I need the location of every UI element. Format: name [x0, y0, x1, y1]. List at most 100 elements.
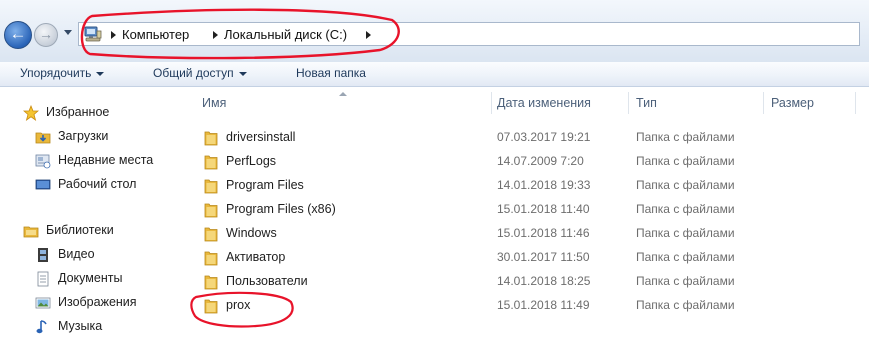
nav-item-pictures[interactable]: Изображения [35, 293, 175, 313]
command-bar: Упорядочить Общий доступ Новая папка [0, 62, 869, 87]
file-name: Активатор [226, 250, 286, 264]
nav-item-desktop[interactable]: Рабочий стол [35, 175, 175, 195]
new-folder-label: Новая папка [296, 66, 366, 80]
file-date: 15.01.2018 11:46 [497, 226, 590, 240]
file-date: 15.01.2018 11:49 [497, 298, 590, 312]
sort-ascending-icon [339, 92, 347, 96]
table-row[interactable]: Program Files (x86) 15.01.2018 11:40 Пап… [186, 197, 869, 221]
nav-libraries[interactable]: Библиотеки [23, 221, 173, 241]
downloads-folder-icon [35, 132, 51, 144]
file-name: driversinstall [226, 130, 296, 144]
table-row[interactable]: Program Files 14.01.2018 19:33 Папка с ф… [186, 173, 869, 197]
file-date: 14.01.2018 18:25 [497, 274, 591, 288]
file-type: Папка с файлами [636, 226, 735, 240]
nav-favorites[interactable]: Избранное [23, 103, 173, 123]
file-name: Program Files [226, 178, 304, 192]
share-button[interactable]: Общий доступ [153, 66, 247, 80]
file-type: Папка с файлами [636, 250, 735, 264]
video-library-icon [38, 248, 48, 262]
address-box[interactable]: Компьютер Локальный диск (C:) [78, 22, 860, 46]
file-date: 15.01.2018 11:40 [497, 202, 590, 216]
breadcrumb-local-disk[interactable]: Локальный диск (C:) [224, 27, 347, 42]
recent-pages-dropdown-icon[interactable] [64, 30, 72, 35]
pictures-library-icon [35, 297, 51, 309]
file-type: Папка с файлами [636, 202, 735, 216]
address-bar-area: ← → Компьютер Локальный диск (C:) [0, 0, 869, 63]
organize-button[interactable]: Упорядочить [20, 66, 105, 80]
desktop-icon [35, 179, 51, 190]
nav-documents-label: Документы [58, 271, 123, 285]
breadcrumb-separator-icon[interactable] [111, 31, 116, 39]
new-folder-button[interactable]: Новая папка [296, 66, 366, 80]
back-arrow-icon: ← [9, 24, 27, 43]
file-type: Папка с файлами [636, 154, 735, 168]
column-header-date[interactable]: Дата изменения [497, 96, 591, 110]
folder-icon [204, 155, 218, 170]
file-type: Папка с файлами [636, 298, 735, 312]
folder-icon [204, 275, 218, 290]
breadcrumb-separator-icon[interactable] [366, 31, 371, 39]
file-date: 14.07.2009 7:20 [497, 154, 584, 168]
table-row[interactable]: PerfLogs 14.07.2009 7:20 Папка с файлами [186, 149, 869, 173]
column-divider[interactable] [855, 92, 856, 114]
folder-icon [204, 203, 218, 218]
documents-library-icon [37, 271, 49, 287]
folder-icon [204, 131, 218, 146]
column-divider[interactable] [491, 92, 492, 114]
breadcrumb-computer[interactable]: Компьютер [122, 27, 189, 42]
file-name: Пользователи [226, 274, 308, 288]
file-type: Папка с файлами [636, 130, 735, 144]
nav-desktop-label: Рабочий стол [58, 177, 137, 191]
share-label: Общий доступ [153, 66, 234, 80]
nav-recent-places-label: Недавние места [58, 153, 154, 167]
music-library-icon [36, 320, 47, 334]
forward-arrow-icon: → [39, 26, 53, 42]
back-button[interactable]: ← [4, 21, 32, 49]
column-header-name[interactable]: Имя [202, 96, 226, 110]
file-list: Имя Дата изменения Тип Размер driversins… [186, 87, 869, 359]
nav-item-video[interactable]: Видео [35, 245, 175, 265]
column-header-type[interactable]: Тип [636, 96, 657, 110]
file-type: Папка с файлами [636, 178, 735, 192]
file-type: Папка с файлами [636, 274, 735, 288]
table-row[interactable]: driversinstall 07.03.2017 19:21 Папка с … [186, 125, 869, 149]
nav-pictures-label: Изображения [58, 295, 137, 309]
nav-item-music[interactable]: Музыка [35, 317, 175, 337]
table-row[interactable]: prox 15.01.2018 11:49 Папка с файлами [186, 293, 869, 317]
breadcrumb-separator-icon[interactable] [213, 31, 218, 39]
nav-music-label: Музыка [58, 319, 103, 333]
nav-favorites-label: Избранное [46, 105, 110, 119]
table-row[interactable]: Windows 15.01.2018 11:46 Папка с файлами [186, 221, 869, 245]
nav-item-downloads[interactable]: Загрузки [35, 127, 175, 147]
folder-icon [204, 179, 218, 194]
table-row[interactable]: Пользователи 14.01.2018 18:25 Папка с фа… [186, 269, 869, 293]
chevron-down-icon [96, 71, 105, 76]
file-name: prox [226, 298, 251, 312]
file-date: 14.01.2018 19:33 [497, 178, 591, 192]
organize-label: Упорядочить [20, 66, 92, 80]
star-icon [23, 105, 39, 121]
nav-video-label: Видео [58, 247, 95, 261]
folder-icon [204, 227, 218, 242]
column-divider[interactable] [763, 92, 764, 114]
chevron-down-icon [238, 71, 247, 76]
nav-item-recent-places[interactable]: Недавние места [35, 151, 175, 171]
nav-item-documents[interactable]: Документы [35, 269, 175, 289]
table-row[interactable]: Активатор 30.01.2017 11:50 Папка с файла… [186, 245, 869, 269]
file-date: 07.03.2017 19:21 [497, 130, 591, 144]
computer-icon [84, 26, 102, 42]
folder-icon [204, 251, 218, 266]
column-header-size[interactable]: Размер [771, 96, 814, 110]
library-icon [23, 226, 39, 238]
nav-downloads-label: Загрузки [58, 129, 109, 143]
forward-button[interactable]: → [34, 23, 58, 47]
nav-libraries-label: Библиотеки [46, 223, 114, 237]
column-divider[interactable] [628, 92, 629, 114]
file-date: 30.01.2017 11:50 [497, 250, 590, 264]
file-name: Program Files (x86) [226, 202, 336, 216]
file-name: Windows [226, 226, 277, 240]
navigation-pane: Избранное Загрузки Недавние места Рабочи… [0, 87, 182, 359]
file-name: PerfLogs [226, 154, 277, 168]
folder-icon [204, 299, 218, 314]
recent-places-icon [35, 154, 51, 169]
